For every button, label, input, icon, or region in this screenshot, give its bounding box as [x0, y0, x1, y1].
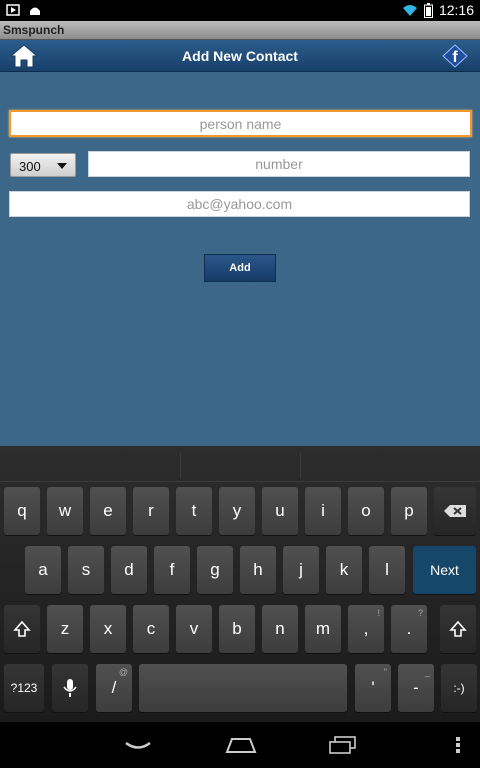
key-z[interactable]: z	[47, 605, 83, 653]
key-dash-label: -	[413, 678, 419, 697]
key-m[interactable]: m	[305, 605, 341, 653]
key-period-label: .	[406, 619, 412, 638]
system-nav-bar	[0, 722, 480, 768]
key-r[interactable]: r	[133, 487, 169, 535]
soft-keyboard: q w e r t y u i o p a s d f g h j k l Ne…	[0, 446, 480, 722]
key-comma-hint: !	[377, 608, 380, 618]
key-v[interactable]: v	[176, 605, 212, 653]
page-header: Add New Contact f	[0, 40, 480, 72]
back-icon[interactable]	[124, 740, 152, 752]
microphone-icon	[63, 679, 77, 697]
emoticon-key[interactable]: :-)	[441, 664, 477, 712]
backspace-key[interactable]	[434, 487, 476, 535]
status-bar: 12:16	[0, 0, 480, 21]
add-button[interactable]: Add	[204, 254, 276, 282]
divider	[180, 452, 181, 478]
app-title: Smspunch	[3, 23, 65, 37]
facebook-icon[interactable]: f	[442, 44, 468, 68]
key-w[interactable]: w	[47, 487, 83, 535]
key-t[interactable]: t	[176, 487, 212, 535]
shift-icon	[13, 620, 31, 637]
media-play-icon	[6, 4, 20, 16]
key-j[interactable]: j	[283, 546, 319, 594]
wifi-icon	[402, 5, 417, 16]
key-s[interactable]: s	[68, 546, 104, 594]
key-slash-hint: @	[118, 667, 128, 677]
shift-icon	[449, 620, 467, 637]
key-period[interactable]: . ?	[391, 605, 427, 653]
person-name-input[interactable]: person name	[9, 110, 472, 137]
divider	[300, 452, 301, 478]
key-y[interactable]: y	[219, 487, 255, 535]
key-slash[interactable]: / @	[96, 664, 132, 712]
shift-key-left[interactable]	[4, 605, 40, 653]
key-g[interactable]: g	[197, 546, 233, 594]
app-title-bar: Smspunch	[0, 21, 480, 40]
key-e[interactable]: e	[90, 487, 126, 535]
country-code-select[interactable]: 300	[10, 153, 76, 177]
voice-input-key[interactable]	[52, 664, 88, 712]
key-d[interactable]: d	[111, 546, 147, 594]
shift-key-right[interactable]	[440, 605, 476, 653]
key-period-hint: ?	[417, 608, 423, 618]
space-key[interactable]	[139, 664, 347, 712]
country-code-value: 300	[19, 159, 41, 174]
key-apostrophe[interactable]: ' "	[355, 664, 391, 712]
android-icon	[30, 7, 40, 15]
suggestion-strip	[0, 446, 480, 482]
home-icon[interactable]	[225, 736, 257, 754]
key-k[interactable]: k	[326, 546, 362, 594]
key-f[interactable]: f	[154, 546, 190, 594]
key-comma-label: ,	[363, 619, 369, 638]
add-contact-form: person name 300 number abc@yahoo.com Add	[0, 72, 480, 446]
key-n[interactable]: n	[262, 605, 298, 653]
chevron-down-icon	[57, 163, 67, 169]
key-dash[interactable]: - _	[398, 664, 434, 712]
email-input[interactable]: abc@yahoo.com	[9, 191, 470, 217]
svg-text:f: f	[452, 49, 458, 66]
backspace-icon	[444, 505, 466, 517]
menu-icon[interactable]	[455, 736, 461, 754]
next-key[interactable]: Next	[413, 546, 476, 594]
key-i[interactable]: i	[305, 487, 341, 535]
key-apostrophe-label: '	[371, 678, 375, 697]
key-a[interactable]: a	[25, 546, 61, 594]
key-u[interactable]: u	[262, 487, 298, 535]
page-title: Add New Contact	[182, 48, 298, 64]
key-o[interactable]: o	[348, 487, 384, 535]
key-q[interactable]: q	[4, 487, 40, 535]
key-comma[interactable]: , !	[348, 605, 384, 653]
key-b[interactable]: b	[219, 605, 255, 653]
key-h[interactable]: h	[240, 546, 276, 594]
key-c[interactable]: c	[133, 605, 169, 653]
symbols-key[interactable]: ?123	[4, 664, 44, 712]
recents-icon[interactable]	[328, 736, 358, 754]
key-l[interactable]: l	[369, 546, 405, 594]
clock: 12:16	[438, 2, 474, 18]
key-p[interactable]: p	[391, 487, 427, 535]
battery-icon	[423, 2, 433, 18]
key-x[interactable]: x	[90, 605, 126, 653]
key-slash-label: /	[111, 678, 117, 697]
key-dash-hint: _	[424, 667, 430, 677]
key-apostrophe-hint: "	[383, 667, 387, 677]
number-input[interactable]: number	[88, 151, 470, 177]
